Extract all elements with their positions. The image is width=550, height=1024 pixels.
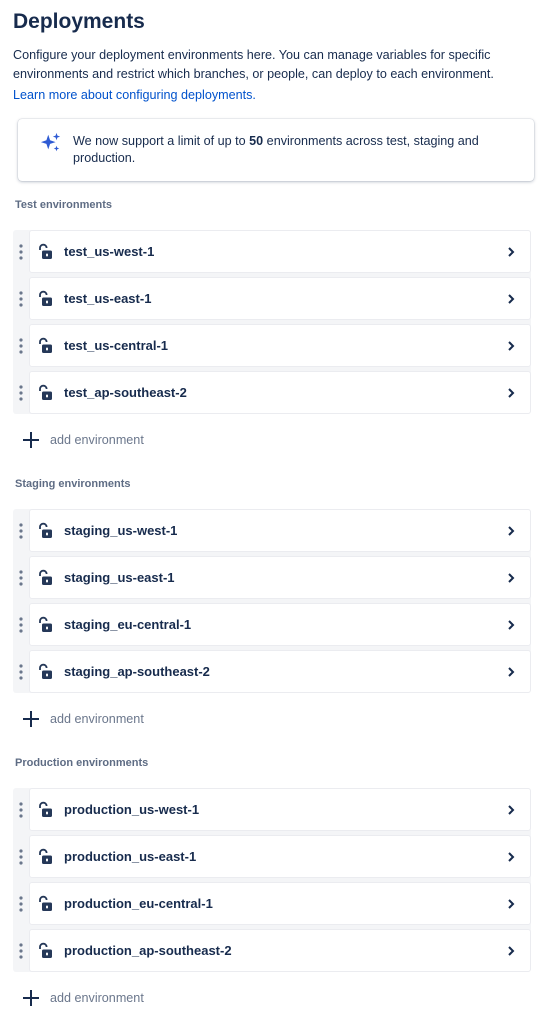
learn-more-link[interactable]: Learn more about configuring deployments…: [13, 86, 256, 105]
chevron-right-icon: [508, 945, 515, 956]
drag-handle-icon[interactable]: [13, 788, 29, 831]
environment-card[interactable]: test_ap-southeast-2: [29, 371, 531, 414]
environment-card[interactable]: production_us-west-1: [29, 788, 531, 831]
chevron-right-icon: [508, 898, 515, 909]
plus-icon: [23, 432, 39, 448]
unlock-icon: [39, 616, 52, 632]
environment-row: production_ap-southeast-2: [13, 929, 531, 972]
environment-name: test_us-east-1: [64, 291, 152, 306]
add-environment-label: add environment: [50, 712, 144, 726]
unlock-icon: [39, 337, 52, 353]
chevron-right-icon: [508, 525, 515, 536]
drag-handle-icon[interactable]: [13, 371, 29, 414]
environment-name: production_ap-southeast-2: [64, 943, 232, 958]
chevron-right-icon: [508, 804, 515, 815]
chevron-right-icon: [508, 851, 515, 862]
add-environment-button[interactable]: add environment: [13, 987, 531, 1009]
section-production: Production environments production_us-we…: [13, 756, 531, 1009]
page-title: Deployments: [13, 10, 145, 33]
sparkle-icon: [40, 132, 61, 152]
drag-handle-icon[interactable]: [13, 929, 29, 972]
unlock-icon: [39, 895, 52, 911]
drag-handle-icon[interactable]: [13, 882, 29, 925]
environment-list: test_us-west-1 test_us-east-1 test_us-ce…: [13, 230, 531, 414]
banner-text: We now support a limit of up to 50 envir…: [73, 133, 522, 167]
plus-icon: [23, 990, 39, 1006]
environment-list: staging_us-west-1 staging_us-east-1 stag…: [13, 509, 531, 693]
environment-card[interactable]: staging_ap-southeast-2: [29, 650, 531, 693]
deployments-page: Deployments Configure your deployment en…: [0, 0, 550, 181]
unlock-icon: [39, 290, 52, 306]
unlock-icon: [39, 942, 52, 958]
add-environment-button[interactable]: add environment: [13, 429, 531, 451]
environment-row: staging_us-west-1: [13, 509, 531, 552]
info-banner: We now support a limit of up to 50 envir…: [18, 119, 534, 181]
unlock-icon: [39, 801, 52, 817]
chevron-right-icon: [508, 387, 515, 398]
environment-row: staging_eu-central-1: [13, 603, 531, 646]
chevron-right-icon: [508, 666, 515, 677]
environment-card[interactable]: staging_us-west-1: [29, 509, 531, 552]
chevron-right-icon: [508, 340, 515, 351]
unlock-icon: [39, 384, 52, 400]
banner-limit-value: 50: [249, 134, 264, 148]
unlock-icon: [39, 243, 52, 259]
drag-handle-icon[interactable]: [13, 324, 29, 367]
environment-row: test_us-east-1: [13, 277, 531, 320]
environment-row: production_us-west-1: [13, 788, 531, 831]
banner-text-before: We now support a limit of up to: [73, 134, 250, 148]
environment-card[interactable]: test_us-west-1: [29, 230, 531, 273]
environment-name: test_us-west-1: [64, 244, 155, 259]
environment-card[interactable]: production_us-east-1: [29, 835, 531, 878]
unlock-icon: [39, 522, 52, 538]
environment-name: production_us-east-1: [64, 849, 197, 864]
environment-card[interactable]: staging_us-east-1: [29, 556, 531, 599]
chevron-right-icon: [508, 619, 515, 630]
drag-handle-icon[interactable]: [13, 603, 29, 646]
environment-name: staging_eu-central-1: [64, 617, 192, 632]
unlock-icon: [39, 569, 52, 585]
drag-handle-icon[interactable]: [13, 556, 29, 599]
environment-row: test_ap-southeast-2: [13, 371, 531, 414]
add-environment-label: add environment: [50, 433, 144, 447]
section-title: Production environments: [15, 757, 149, 769]
chevron-right-icon: [508, 572, 515, 583]
drag-handle-icon[interactable]: [13, 509, 29, 552]
environment-name: production_eu-central-1: [64, 896, 213, 911]
environment-list: production_us-west-1 production_us-east-…: [13, 788, 531, 972]
environment-name: test_ap-southeast-2: [64, 385, 187, 400]
environment-name: production_us-west-1: [64, 802, 200, 817]
add-environment-label: add environment: [50, 991, 144, 1005]
environment-row: test_us-west-1: [13, 230, 531, 273]
environment-card[interactable]: test_us-east-1: [29, 277, 531, 320]
chevron-right-icon: [508, 246, 515, 257]
add-environment-button[interactable]: add environment: [13, 708, 531, 730]
unlock-icon: [39, 848, 52, 864]
environment-name: staging_us-west-1: [64, 523, 178, 538]
environment-name: test_us-central-1: [64, 338, 169, 353]
environment-row: staging_ap-southeast-2: [13, 650, 531, 693]
environment-name: staging_us-east-1: [64, 570, 175, 585]
drag-handle-icon[interactable]: [13, 650, 29, 693]
unlock-icon: [39, 663, 52, 679]
environment-card[interactable]: staging_eu-central-1: [29, 603, 531, 646]
section-test: Test environments test_us-west-1 test_us…: [13, 198, 531, 451]
environment-row: production_eu-central-1: [13, 882, 531, 925]
page-description: Configure your deployment environments h…: [13, 48, 494, 81]
environment-row: test_us-central-1: [13, 324, 531, 367]
section-title: Staging environments: [15, 478, 131, 490]
environment-row: staging_us-east-1: [13, 556, 531, 599]
environment-card[interactable]: production_ap-southeast-2: [29, 929, 531, 972]
environment-row: production_us-east-1: [13, 835, 531, 878]
drag-handle-icon[interactable]: [13, 230, 29, 273]
drag-handle-icon[interactable]: [13, 277, 29, 320]
environment-card[interactable]: production_eu-central-1: [29, 882, 531, 925]
drag-handle-icon[interactable]: [13, 835, 29, 878]
chevron-right-icon: [508, 293, 515, 304]
environment-name: staging_ap-southeast-2: [64, 664, 210, 679]
plus-icon: [23, 711, 39, 727]
section-title: Test environments: [15, 199, 112, 211]
section-staging: Staging environments staging_us-west-1 s…: [13, 477, 531, 730]
environment-card[interactable]: test_us-central-1: [29, 324, 531, 367]
